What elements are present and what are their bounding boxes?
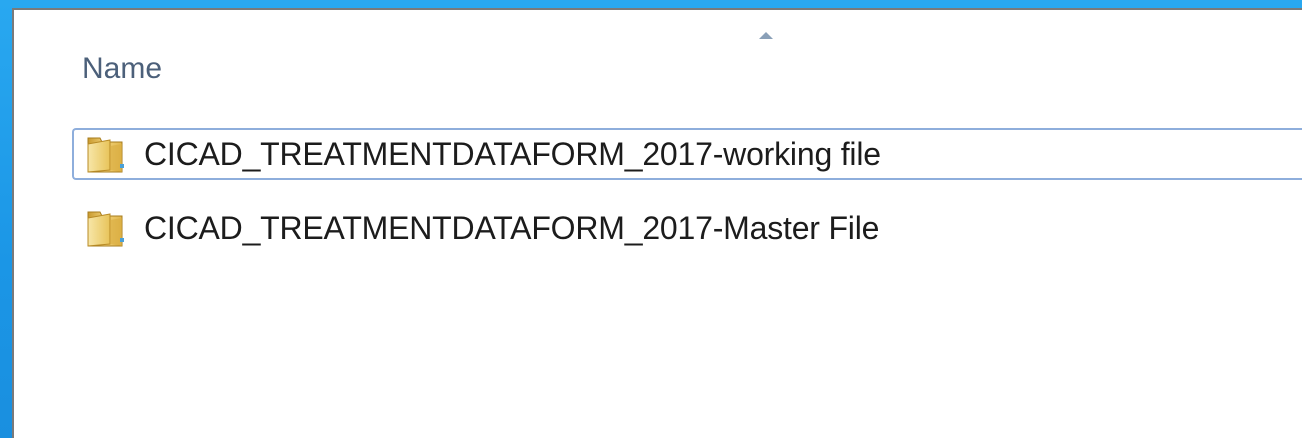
- list-item-working-file[interactable]: CICAD_TREATMENTDATAFORM_2017-working fil…: [72, 128, 1302, 180]
- list-item-label: CICAD_TREATMENTDATAFORM_2017-working fil…: [144, 135, 881, 172]
- folder-icon: [87, 211, 124, 247]
- sort-ascending-icon: [759, 32, 773, 39]
- column-header-name[interactable]: Name: [82, 52, 162, 86]
- list-item-master-file[interactable]: CICAD_TREATMENTDATAFORM_2017-Master File: [72, 202, 1302, 254]
- list-item-label: CICAD_TREATMENTDATAFORM_2017-Master File: [144, 209, 880, 246]
- folder-icon: [87, 137, 124, 173]
- file-explorer-pane: Name CICAD_TREATMENTDATAFORM_2017-workin…: [12, 8, 1302, 438]
